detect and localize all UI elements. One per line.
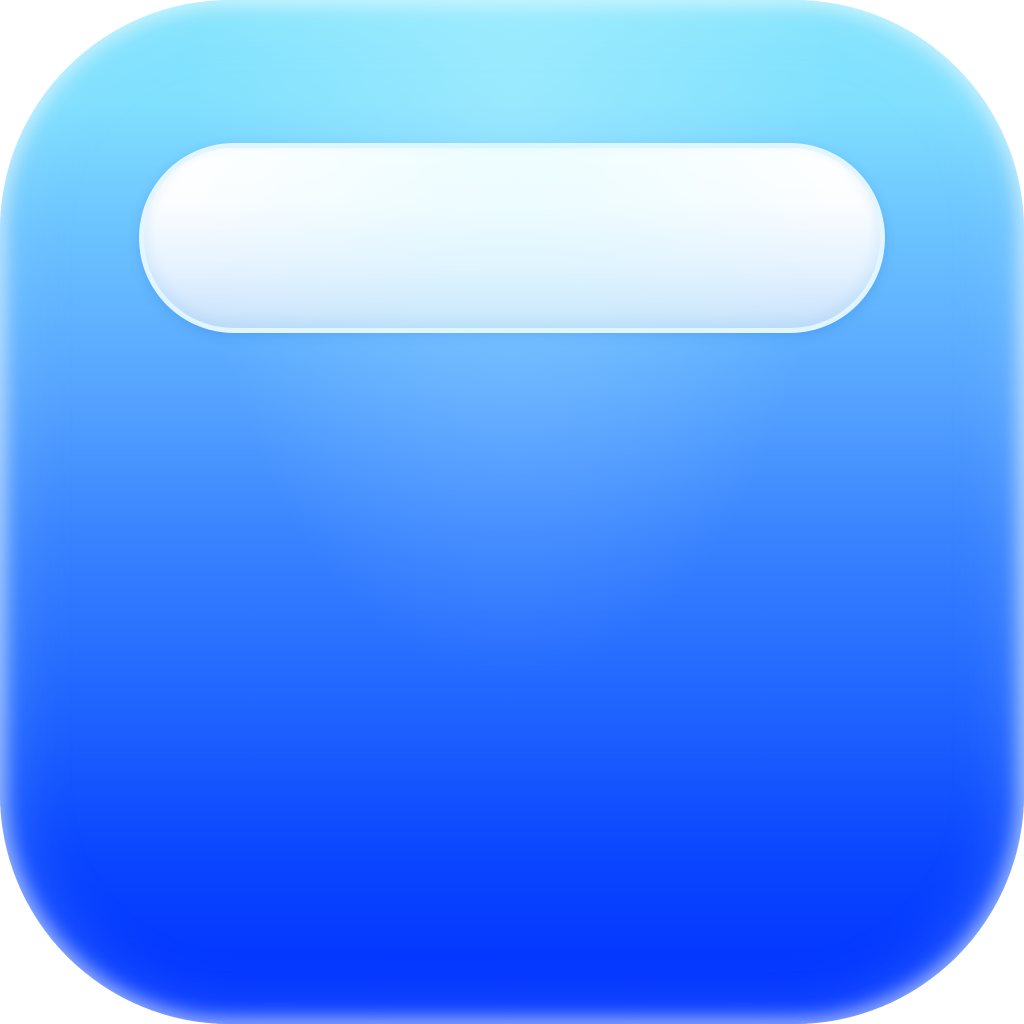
app-icon[interactable]: [0, 0, 1024, 1024]
canvas: [0, 0, 1024, 1024]
pill-bar: [139, 143, 885, 333]
